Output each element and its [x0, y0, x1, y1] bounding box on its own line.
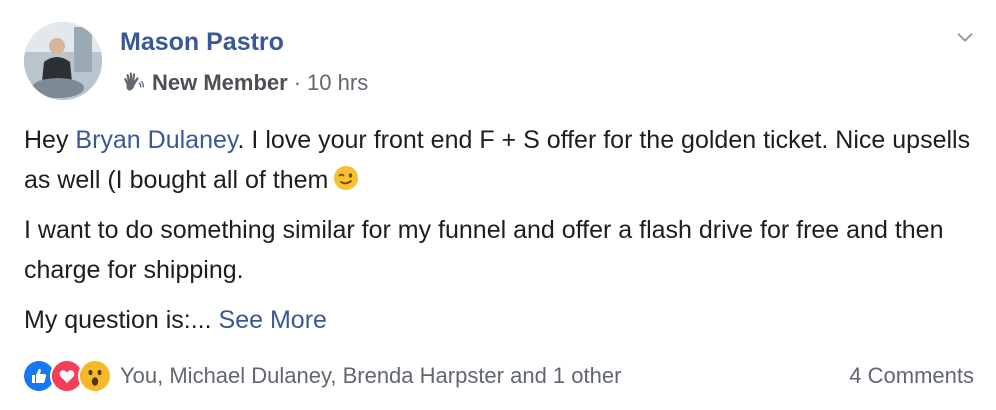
- reaction-icons[interactable]: [22, 359, 112, 393]
- author-name[interactable]: Mason Pastro: [120, 28, 284, 57]
- see-more-link[interactable]: See More: [219, 306, 327, 334]
- post-paragraph: I want to do something similar for my fu…: [24, 216, 944, 284]
- member-badge[interactable]: New Member: [152, 70, 288, 96]
- post-footer: You, Michael Dulaney, Brenda Harpster an…: [22, 358, 974, 394]
- post-text: My question is:...: [24, 306, 212, 334]
- meta-separator: ·: [293, 70, 302, 95]
- post-paragraph: Hey Bryan Dulaney. I love your front end…: [24, 120, 974, 200]
- post-timestamp[interactable]: 10 hrs: [307, 70, 368, 96]
- post-meta: New Member · 10 hrs: [120, 70, 368, 96]
- post-text: Hey: [24, 126, 76, 154]
- reaction-names[interactable]: You, Michael Dulaney, Brenda Harpster an…: [120, 363, 621, 389]
- post-body: Hey Bryan Dulaney. I love your front end…: [24, 120, 974, 350]
- chevron-down-icon[interactable]: [954, 26, 976, 48]
- wave-icon: [124, 72, 145, 91]
- wow-icon: [78, 359, 112, 393]
- comments-count[interactable]: 4 Comments: [849, 363, 974, 389]
- wink-emoji-icon: [334, 166, 359, 190]
- post-card: Mason Pastro New Member · 10 hrs Hey Bry…: [0, 0, 996, 410]
- author-avatar[interactable]: [24, 22, 102, 100]
- mention-link[interactable]: Bryan Dulaney: [75, 126, 237, 154]
- avatar-photo: [24, 22, 102, 100]
- post-paragraph: My question is:... See More: [24, 300, 974, 340]
